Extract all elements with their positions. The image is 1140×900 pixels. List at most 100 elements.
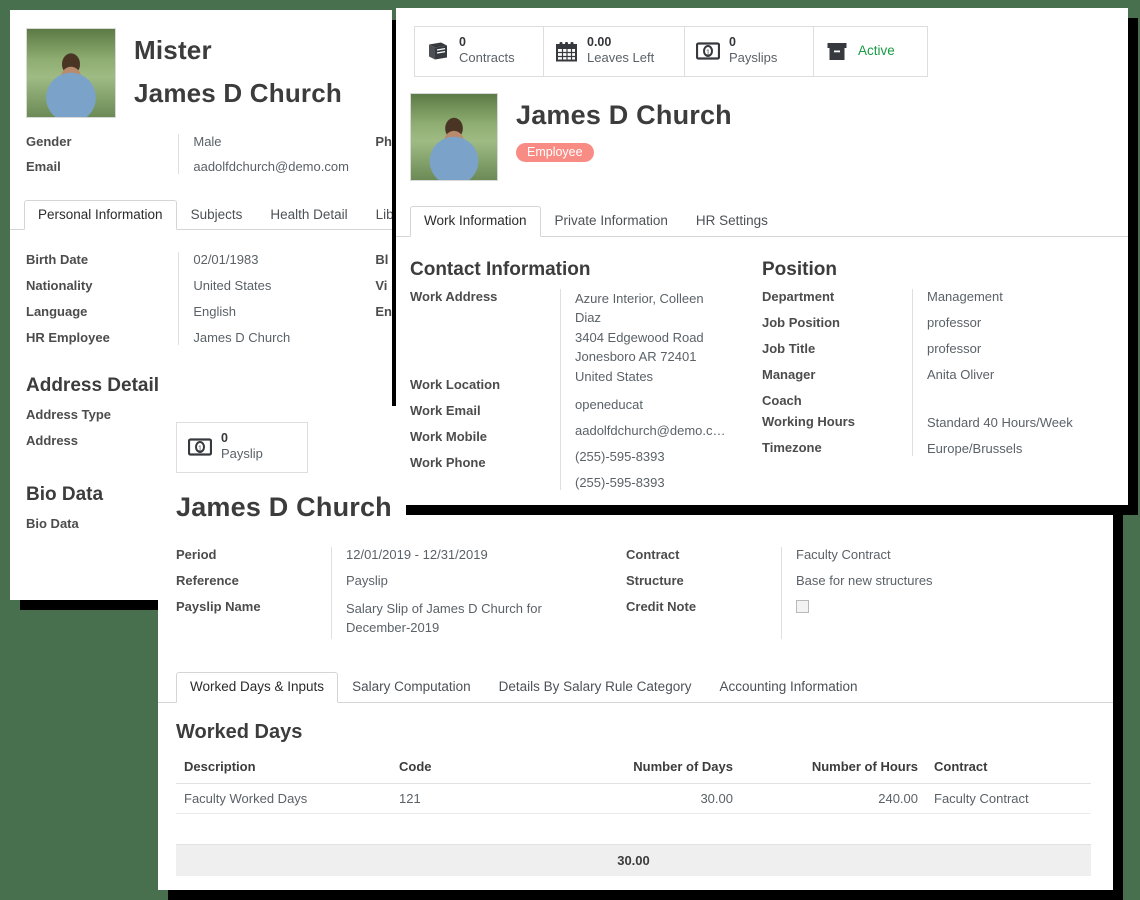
payslip-field-value-payslip-name[interactable]: Salary Slip of James D Church for Decemb… bbox=[346, 599, 561, 638]
employee-statbar: 0 Contracts 0.00 Le bbox=[396, 8, 1128, 77]
employee-field-value-work-email[interactable]: aadolfdchurch@demo.c… bbox=[575, 423, 750, 438]
employee-field-value-work-location[interactable]: openeducat bbox=[575, 397, 750, 412]
contact-information-section: Contact Information Work Address Work Lo… bbox=[410, 259, 762, 491]
student-field-value-nationality[interactable]: United States bbox=[193, 278, 365, 293]
student-field-label-nationality: Nationality bbox=[26, 278, 178, 293]
credit-note-checkbox[interactable] bbox=[796, 600, 809, 613]
employee-field-label-timezone: Timezone bbox=[762, 440, 912, 455]
student-field-label-language: Language bbox=[26, 304, 178, 319]
student-field-value-language[interactable]: English bbox=[193, 304, 365, 319]
tab-personal-information[interactable]: Personal Information bbox=[24, 200, 177, 231]
student-tabs: Personal Information Subjects Health Det… bbox=[10, 196, 392, 230]
stat-caption-leaves-left: Leaves Left bbox=[587, 50, 654, 65]
payslip-tabs: Worked Days & Inputs Salary Computation … bbox=[158, 669, 1113, 703]
tab-health-detail[interactable]: Health Detail bbox=[256, 200, 361, 231]
employee-field-value-timezone[interactable]: Europe/Brussels bbox=[927, 441, 1107, 456]
banknote-icon: 1 bbox=[188, 438, 212, 456]
employee-field-value-work-mobile[interactable]: (255)-595-8393 bbox=[575, 449, 750, 464]
tab-accounting-information[interactable]: Accounting Information bbox=[705, 672, 871, 703]
student-field-label-visa-truncated: Vi bbox=[375, 278, 392, 293]
employee-field-label-work-location: Work Location bbox=[410, 377, 560, 392]
student-title-prefix: Mister bbox=[134, 34, 342, 67]
stat-button-active[interactable]: Active bbox=[813, 26, 928, 77]
svg-text:1: 1 bbox=[706, 50, 710, 57]
student-name: James D Church bbox=[134, 77, 342, 110]
banknote-icon: 1 bbox=[696, 42, 720, 60]
employee-field-label-work-phone: Work Phone bbox=[410, 455, 560, 470]
student-field-value-email[interactable]: aadolfdchurch@demo.com bbox=[193, 159, 365, 174]
tab-library[interactable]: Librar bbox=[362, 200, 392, 231]
payslip-field-value-period[interactable]: 12/01/2019 - 12/31/2019 bbox=[346, 547, 571, 562]
tab-subjects[interactable]: Subjects bbox=[177, 200, 257, 231]
table-header-row: Description Code Number of Days Number o… bbox=[176, 754, 1091, 784]
stat-value-payslip: 0 bbox=[221, 431, 263, 445]
worked-days-total-value: 30.00 bbox=[617, 853, 650, 868]
col-number-of-hours[interactable]: Number of Hours bbox=[741, 754, 926, 784]
col-contract[interactable]: Contract bbox=[926, 754, 1091, 784]
employee-field-value-job-position[interactable]: professor bbox=[927, 315, 1107, 330]
stat-caption-payslips: Payslips bbox=[729, 50, 777, 65]
payslip-field-label-period: Period bbox=[176, 547, 331, 562]
stat-button-payslip[interactable]: 1 0 Payslip bbox=[176, 422, 308, 473]
tab-salary-computation[interactable]: Salary Computation bbox=[338, 672, 485, 703]
payslip-field-label-payslip-name: Payslip Name bbox=[176, 599, 331, 614]
tab-hr-settings[interactable]: HR Settings bbox=[682, 206, 782, 237]
employee-field-label-job-position: Job Position bbox=[762, 315, 912, 330]
student-avatar bbox=[26, 28, 116, 118]
position-title: Position bbox=[762, 259, 1112, 281]
employee-field-label-work-address: Work Address bbox=[410, 289, 560, 304]
employee-field-label-manager: Manager bbox=[762, 367, 912, 382]
employee-field-label-work-mobile: Work Mobile bbox=[410, 429, 560, 444]
calendar-icon bbox=[555, 41, 578, 62]
employee-field-label-department: Department bbox=[762, 289, 912, 304]
employee-field-value-work-phone[interactable]: (255)-595-8393 bbox=[575, 475, 750, 490]
payslip-field-value-structure[interactable]: Base for new structures bbox=[796, 573, 1031, 588]
cell-description: Faculty Worked Days bbox=[176, 783, 391, 813]
student-field-label-blood-truncated: Bl bbox=[375, 252, 392, 267]
student-personal-fields: Birth Date Nationality Language HR Emplo… bbox=[10, 230, 392, 345]
worked-days-total-row: 30.00 bbox=[176, 844, 1091, 876]
employee-header: James D Church Employee bbox=[396, 77, 1128, 181]
stat-caption-contracts: Contracts bbox=[459, 50, 515, 65]
status-badge: Employee bbox=[516, 143, 594, 163]
employee-field-label-working-hours: Working Hours bbox=[762, 414, 912, 429]
student-field-value-hr-employee[interactable]: James D Church bbox=[193, 330, 365, 345]
payslip-field-value-contract[interactable]: Faculty Contract bbox=[796, 547, 1031, 562]
stat-button-contracts[interactable]: 0 Contracts bbox=[414, 26, 544, 77]
tab-private-information[interactable]: Private Information bbox=[541, 206, 682, 237]
student-header-fields: Gender Email Male aadolfdchurch@demo.com… bbox=[10, 118, 392, 174]
employee-field-value-manager[interactable]: Anita Oliver bbox=[927, 367, 1107, 382]
tab-details-by-salary-rule-category[interactable]: Details By Salary Rule Category bbox=[485, 672, 706, 703]
employee-field-value-work-address[interactable]: Azure Interior, Colleen Diaz 3404 Edgewo… bbox=[575, 289, 725, 387]
student-field-label-gender: Gender bbox=[26, 134, 178, 149]
table-row[interactable]: Faculty Worked Days 121 30.00 240.00 Fac… bbox=[176, 783, 1091, 813]
payslip-field-value-reference[interactable]: Payslip bbox=[346, 573, 571, 588]
col-description[interactable]: Description bbox=[176, 754, 391, 784]
payslip-fields: Period Reference Payslip Name 12/01/2019… bbox=[158, 525, 1113, 639]
student-field-label-emergency-truncated: En bbox=[375, 304, 392, 319]
cell-contract: Faculty Contract bbox=[926, 783, 1091, 813]
employee-field-value-working-hours[interactable]: Standard 40 Hours/Week bbox=[927, 415, 1107, 430]
tab-work-information[interactable]: Work Information bbox=[410, 206, 541, 237]
book-icon bbox=[426, 41, 450, 61]
employee-field-label-work-email: Work Email bbox=[410, 403, 560, 418]
stat-button-payslips[interactable]: 1 0 Payslips bbox=[684, 26, 814, 77]
student-field-value-birth-date[interactable]: 02/01/1983 bbox=[193, 252, 365, 267]
payslip-field-label-structure: Structure bbox=[626, 573, 781, 588]
stat-value-payslips: 0 bbox=[729, 35, 777, 49]
stat-value-leaves-left: 0.00 bbox=[587, 35, 654, 49]
archive-box-icon bbox=[825, 41, 849, 62]
employee-field-value-job-title[interactable]: professor bbox=[927, 341, 1107, 356]
employee-field-value-department[interactable]: Management bbox=[927, 289, 1107, 304]
student-field-label-phone-truncated: Ph bbox=[375, 134, 392, 149]
cell-number-of-hours: 240.00 bbox=[741, 783, 926, 813]
employee-tab-content: Contact Information Work Address Work Lo… bbox=[396, 237, 1128, 491]
student-field-value-gender[interactable]: Male bbox=[193, 134, 365, 149]
col-number-of-days[interactable]: Number of Days bbox=[541, 754, 741, 784]
tab-worked-days-inputs[interactable]: Worked Days & Inputs bbox=[176, 672, 338, 703]
stat-button-leaves-left[interactable]: 0.00 Leaves Left bbox=[543, 26, 685, 77]
employee-field-value-coach[interactable] bbox=[927, 393, 1107, 409]
col-code[interactable]: Code bbox=[391, 754, 541, 784]
worked-days-table: Description Code Number of Days Number o… bbox=[176, 754, 1091, 814]
stat-caption-payslip: Payslip bbox=[221, 446, 263, 461]
